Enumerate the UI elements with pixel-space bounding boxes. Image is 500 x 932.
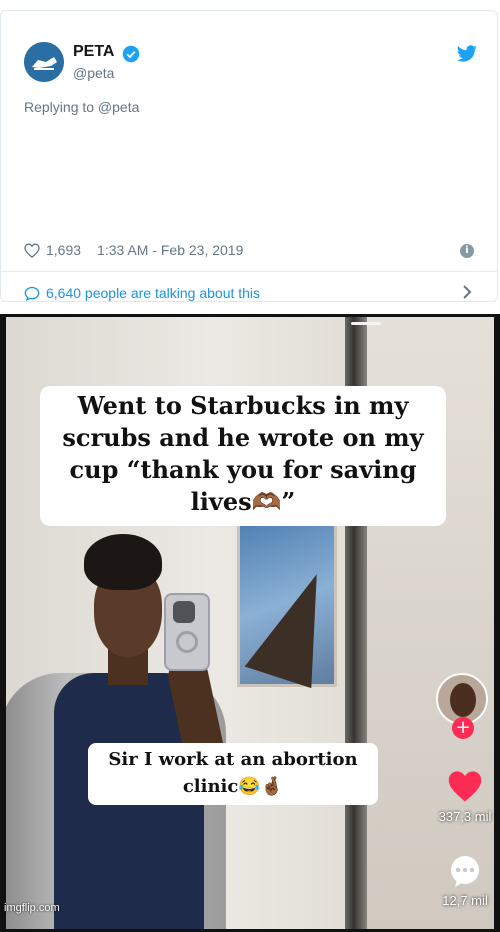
tweet-meta: 1,693 1:33 AM - Feb 23, 2019 [24,242,243,258]
follow-plus-icon[interactable]: + [452,717,474,739]
conversation-text[interactable]: 6,640 people are talking about this [46,285,260,301]
divider [1,271,497,272]
video-frame: Went to Starbucks in my scrubs and he wr… [6,317,494,929]
progress-indicator [351,322,381,325]
tweet-timestamp[interactable]: 1:33 AM - Feb 23, 2019 [97,242,243,258]
caption-bottom: Sir I work at an abortion clinic😂🤞🏾 [88,743,378,805]
peta-logo-icon[interactable] [24,42,64,82]
verified-badge-icon [122,45,140,63]
tweet-author-handle[interactable]: @peta [73,65,114,81]
wall-poster [237,517,337,687]
caption-top: Went to Starbucks in my scrubs and he wr… [40,386,446,526]
tweet-card: PETA @peta Replying to @peta 1,693 1:33 … [0,10,498,302]
heart-icon[interactable] [446,769,484,803]
video-screenshot: Went to Starbucks in my scrubs and he wr… [0,314,500,932]
tweet-author-name[interactable]: PETA [73,43,114,61]
like-count: 1,693 [46,242,82,258]
chevron-right-icon[interactable] [461,285,473,299]
phone-image [164,593,210,671]
twitter-bird-icon[interactable] [456,45,478,63]
imgflip-watermark: imgflip.com [4,902,60,914]
phone-camera [173,601,195,623]
person-hair [84,534,162,590]
comment-icon[interactable] [447,854,483,890]
reply-line[interactable]: Replying to @peta [24,99,139,115]
video-like-count: 337,3 mil [438,809,492,824]
heart-icon[interactable] [24,242,40,258]
info-icon[interactable]: i [460,244,474,258]
video-comment-count: 12,7 mil [442,893,488,908]
comment-icon [24,286,40,301]
phone-ring [176,631,198,653]
conversation-link[interactable]: 6,640 people are talking about this [24,285,260,301]
